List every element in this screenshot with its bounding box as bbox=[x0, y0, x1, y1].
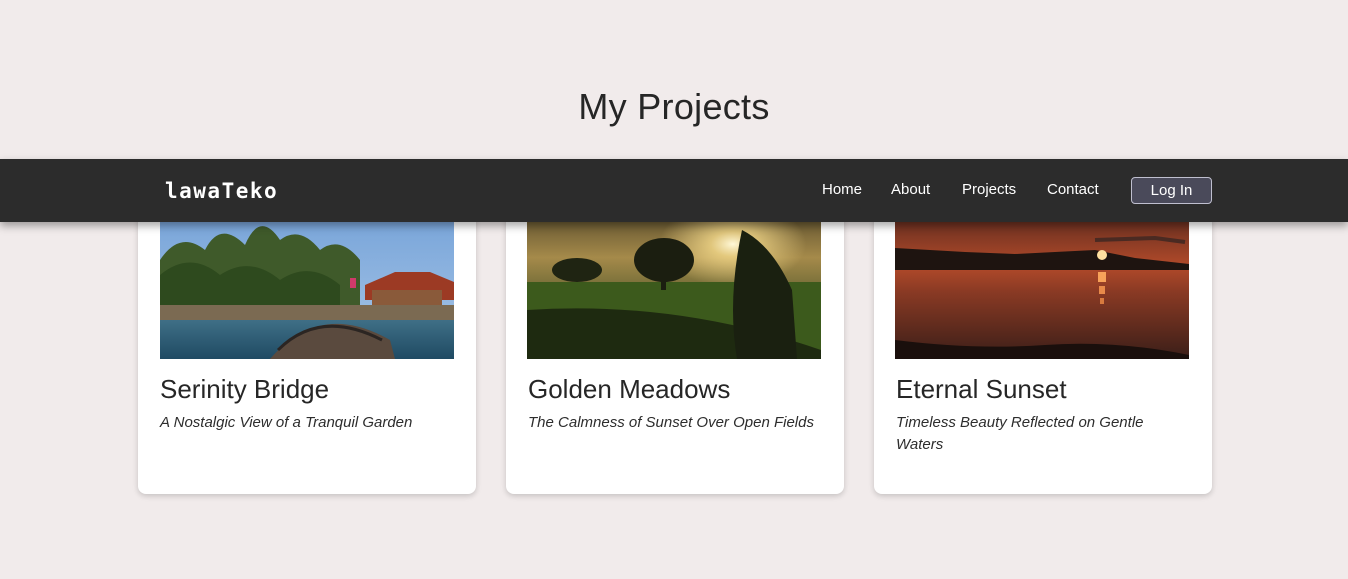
nav-link-contact[interactable]: Contact bbox=[1047, 181, 1099, 198]
project-title: Golden Meadows bbox=[528, 374, 731, 404]
project-subtitle: The Calmness of Sunset Over Open Fields bbox=[528, 414, 814, 431]
project-title: Serinity Bridge bbox=[160, 374, 330, 404]
project-card-eternal-sunset[interactable]: Eternal Sunset Timeless Beauty Reflected… bbox=[874, 190, 1212, 494]
login-button[interactable]: Log In bbox=[1131, 177, 1212, 204]
project-card-serinity-bridge[interactable]: Serinity Bridge A Nostalgic View of a Tr… bbox=[138, 190, 476, 494]
navbar: lawaTeko Home About Projects Contact Log… bbox=[0, 159, 1348, 222]
project-subtitle: Timeless Beauty Reflected on Gentle Wate… bbox=[896, 414, 1144, 453]
nav-link-projects[interactable]: Projects bbox=[962, 181, 1016, 198]
nav-link-home[interactable]: Home bbox=[822, 181, 862, 198]
project-subtitle: A Nostalgic View of a Tranquil Garden bbox=[160, 414, 413, 431]
brand-logo[interactable]: lawaTeko bbox=[165, 179, 278, 203]
project-card-golden-meadows[interactable]: Golden Meadows The Calmness of Sunset Ov… bbox=[506, 190, 844, 494]
project-title: Eternal Sunset bbox=[896, 374, 1067, 404]
page-title: My Projects bbox=[578, 86, 770, 127]
nav-link-about[interactable]: About bbox=[891, 181, 930, 198]
